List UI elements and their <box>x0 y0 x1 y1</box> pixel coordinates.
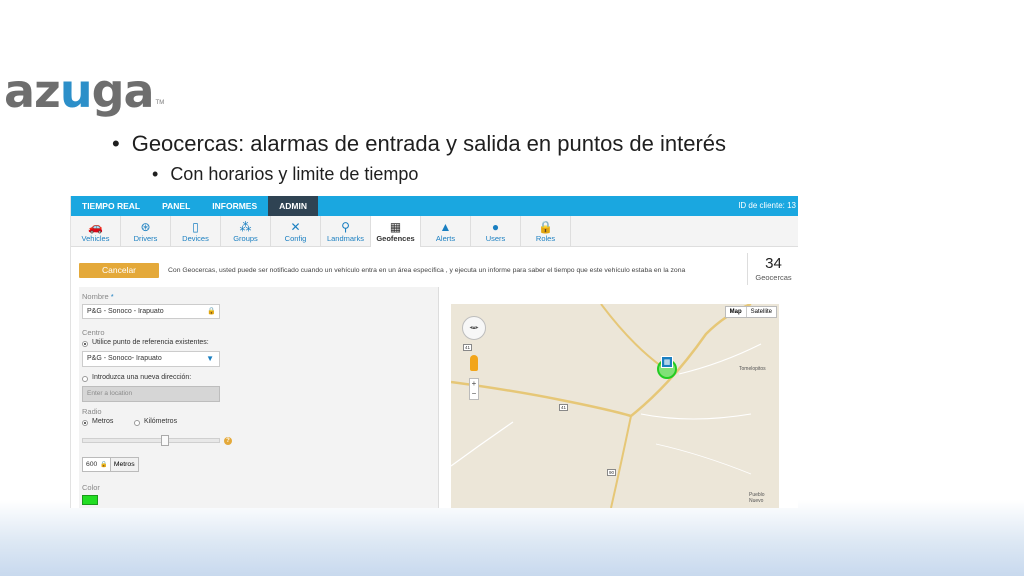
new-address-label: Introduzca una nueva dirección: <box>92 374 192 381</box>
place-label-pueblo-nuevo: Pueblo Nuevo <box>749 492 765 504</box>
name-label: Nombre * <box>82 292 114 301</box>
map-type-map[interactable]: Map <box>726 307 747 317</box>
warning-icon: ▲ <box>439 219 452 234</box>
help-icon[interactable]: ? <box>224 437 232 445</box>
zoom-in-button[interactable]: + <box>470 379 478 389</box>
cancel-button[interactable]: Cancelar <box>79 262 159 278</box>
tools-icon: ✕ <box>290 219 301 234</box>
map-type-control: Map Satellite <box>724 306 777 318</box>
geofence-count: 34 Geocercas <box>747 253 798 285</box>
street-view-pegman-icon[interactable] <box>470 355 478 371</box>
radio-kilometros[interactable] <box>134 420 140 426</box>
map-roads <box>451 304 762 508</box>
tab-alerts[interactable]: ▲ Alerts <box>421 216 471 247</box>
pin-icon: ⚲ <box>341 219 350 234</box>
radio-existing-landmark[interactable] <box>82 341 88 347</box>
road-shield-90: 90 <box>607 469 617 476</box>
color-label: Color <box>82 483 100 492</box>
road-south <box>610 415 632 508</box>
slide-bullet-2: • Con horarios y limite de tiempo <box>152 164 419 184</box>
minor-road <box>655 443 752 475</box>
name-input[interactable]: P&G - Sonoco - Irapuato 🔒 <box>82 304 220 319</box>
landmark-select[interactable]: P&G - Sonoco- Irapuato ▼ <box>82 351 220 367</box>
tab-geofences[interactable]: ▦ Geofences <box>371 216 421 247</box>
geofence-marker-icon[interactable]: ▦ <box>661 356 673 368</box>
caret-down-icon: ▼ <box>206 354 214 363</box>
top-navigation: TIEMPO REAL PANEL INFORMES ADMIN ID de c… <box>71 196 798 216</box>
zoom-out-button[interactable]: − <box>470 389 478 399</box>
metros-label: Metros <box>92 418 114 425</box>
tab-vehicles[interactable]: 🚗 Vehicles <box>71 216 121 247</box>
geofence-form: Nombre * P&G - Sonoco - Irapuato 🔒 Centro… <box>79 287 439 508</box>
fence-icon: ▦ <box>389 219 402 234</box>
pan-arrows-icon: ◂▴▸ <box>469 325 479 331</box>
user-icon: ● <box>491 219 500 234</box>
radius-slider-track[interactable] <box>82 438 220 443</box>
lock-icon: 🔒 <box>538 219 553 234</box>
azuga-app-screenshot: TIEMPO REAL PANEL INFORMES ADMIN ID de c… <box>70 196 798 508</box>
car-icon: 🚗 <box>88 219 103 234</box>
slide-bullet-1: • Geocercas: alarmas de entrada y salida … <box>112 131 727 156</box>
map-type-satellite[interactable]: Satellite <box>747 307 776 317</box>
existing-landmark-label: Utilice punto de referencia existentes: <box>92 339 209 346</box>
lock-icon: 🔒 <box>100 462 108 468</box>
groups-icon: ⁂ <box>239 219 252 234</box>
map-pan-control[interactable]: ◂▴▸ <box>462 316 486 340</box>
logo-wordmark: azuga <box>4 64 155 118</box>
place-label-tomelopitos: Tomelopitos <box>739 366 766 372</box>
minor-road <box>451 421 514 467</box>
radius-slider-handle[interactable] <box>160 435 169 446</box>
tab-roles[interactable]: 🔒 Roles <box>521 216 571 247</box>
azuga-logo: azuga TM <box>4 64 164 114</box>
map-zoom-control: + − <box>469 378 479 400</box>
location-input[interactable]: Enter a location <box>82 386 220 402</box>
geofence-map[interactable]: Map Satellite ◂▴▸ + − 41 41 90 Tomelopit… <box>451 304 779 508</box>
road-shield-41: 41 <box>559 404 569 411</box>
admin-icon-bar: 🚗 Vehicles ⊛ Drivers ▯ Devices ⁂ Groups ✕ Con… <box>71 216 798 247</box>
steering-wheel-icon: ⊛ <box>140 219 151 234</box>
nav-tiempo-real[interactable]: TIEMPO REAL <box>71 196 151 216</box>
radio-new-address[interactable] <box>82 376 88 382</box>
kilometros-label: Kilómetros <box>144 418 178 425</box>
centro-label: Centro <box>82 328 105 337</box>
color-swatch[interactable] <box>82 495 98 505</box>
highway-41-east <box>630 304 752 417</box>
lock-icon: 🔒 <box>207 308 216 315</box>
road-shield-41: 41 <box>463 344 473 351</box>
client-id: ID de cliente: 13 <box>738 201 796 210</box>
radio-label: Radio <box>82 407 102 416</box>
geofence-count-number: 34 <box>765 255 782 272</box>
tab-landmarks[interactable]: ⚲ Landmarks <box>321 216 371 247</box>
geofence-header: Cancelar Con Geocercas, usted puede ser … <box>79 253 798 285</box>
road-north <box>600 304 662 367</box>
tab-devices[interactable]: ▯ Devices <box>171 216 221 247</box>
tab-config[interactable]: ✕ Config <box>271 216 321 247</box>
tab-users[interactable]: ● Users <box>471 216 521 247</box>
radio-metros[interactable] <box>82 420 88 426</box>
radius-unit: Metros <box>109 458 138 471</box>
radius-value: 600 <box>86 461 98 468</box>
logo-trademark: TM <box>155 100 165 106</box>
nav-panel[interactable]: PANEL <box>151 196 201 216</box>
tab-groups[interactable]: ⁂ Groups <box>221 216 271 247</box>
geofence-count-label: Geocercas <box>755 273 792 282</box>
tab-drivers[interactable]: ⊛ Drivers <box>121 216 171 247</box>
geofence-info-message: Con Geocercas, usted puede ser notificad… <box>168 266 686 274</box>
radius-value-box[interactable]: 600 🔒 Metros <box>82 457 139 472</box>
nav-admin[interactable]: ADMIN <box>268 196 319 216</box>
device-icon: ▯ <box>192 219 199 234</box>
minor-road <box>640 413 752 420</box>
nav-informes[interactable]: INFORMES <box>201 196 268 216</box>
slide-background-gradient <box>0 500 1024 576</box>
